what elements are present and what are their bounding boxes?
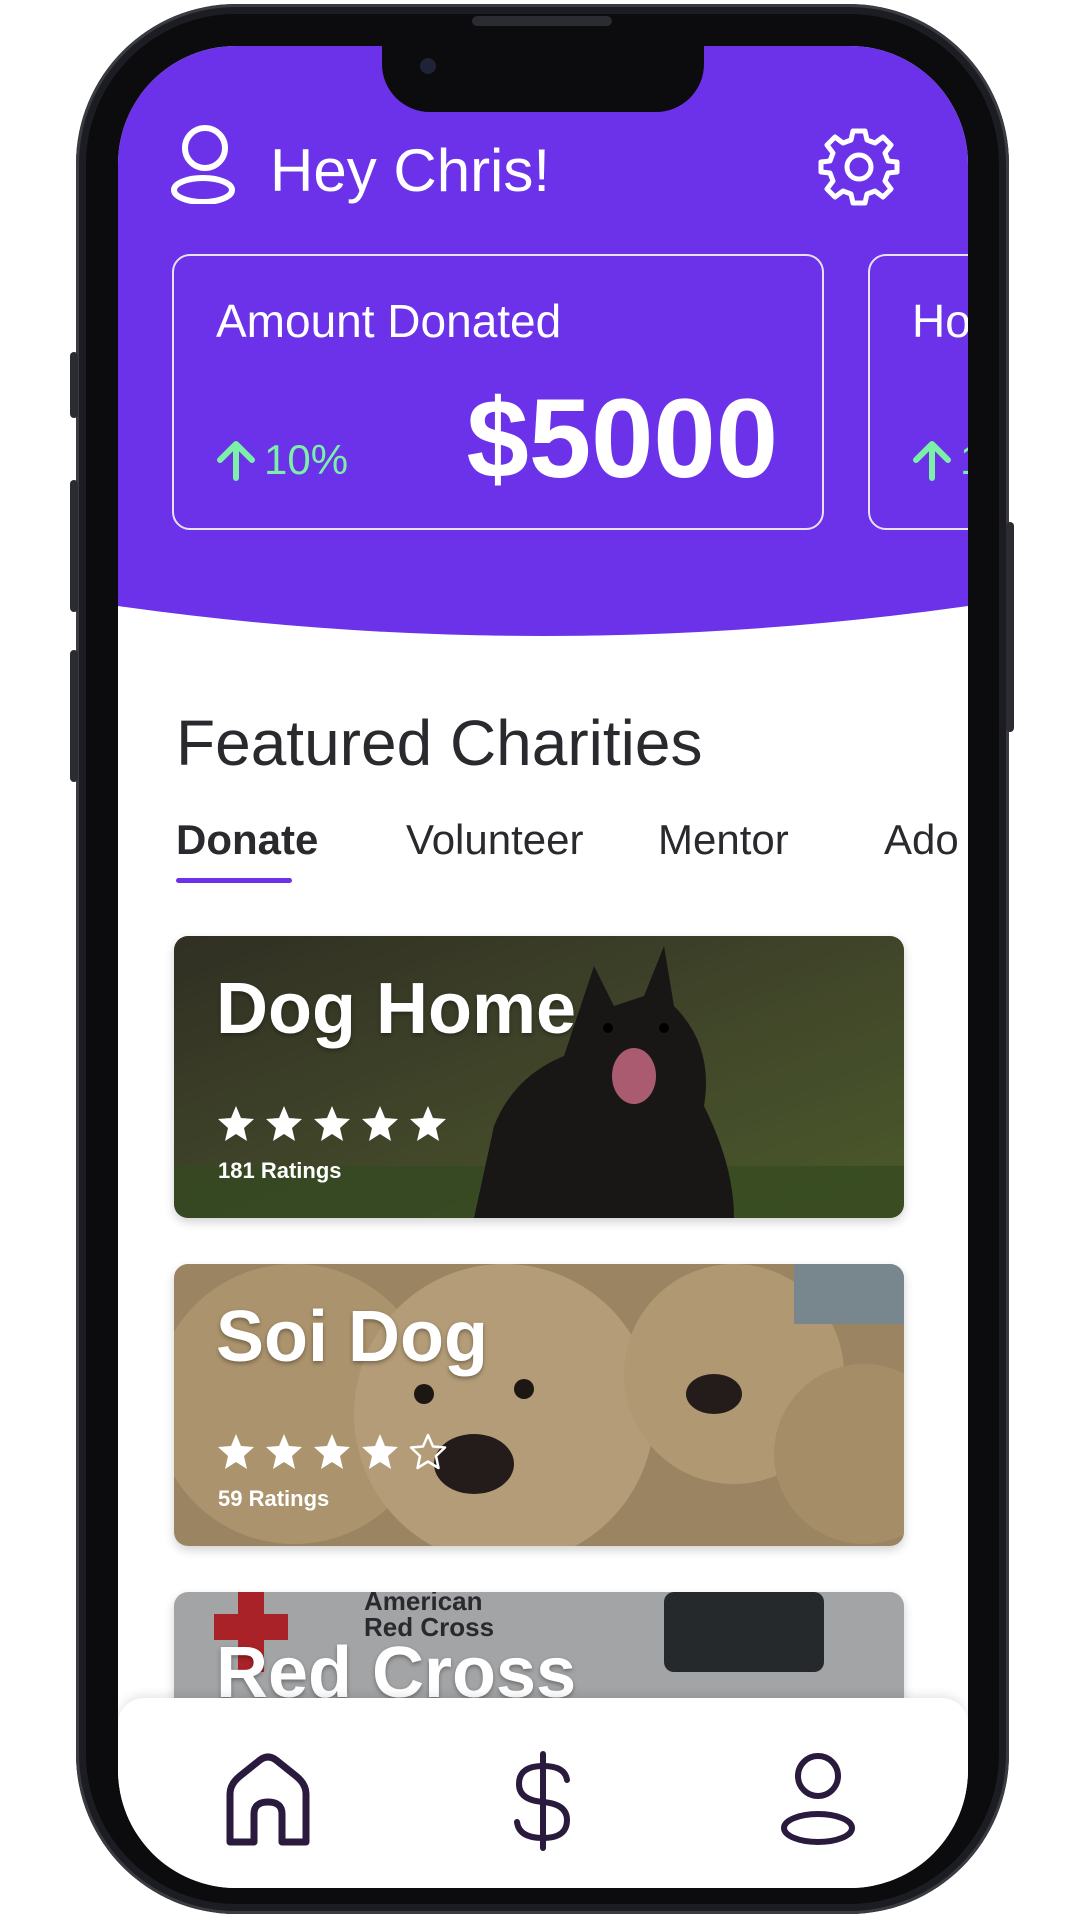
stat-change: 1 [910,436,968,484]
ratings-count: 59 Ratings [218,1486,330,1511]
stat-change: 10% [214,436,348,484]
rating-stars [216,1432,448,1472]
arrow-up-icon [217,441,255,481]
ratings-count: 181 Ratings [218,1158,342,1183]
star-filled-icon [410,1106,446,1141]
stat-label: Amount Donated [216,295,562,347]
stat-value: $5000 [466,376,778,501]
side-button-mute [70,352,78,418]
charity-tabs: Donate Volunteer Mentor Ado [176,816,968,896]
tab-mentor[interactable]: Mentor [658,816,789,864]
star-empty-icon [409,1433,447,1470]
star-filled-icon [266,1434,302,1469]
side-button-power [1006,522,1014,732]
tab-adopt[interactable]: Ado [884,816,959,864]
section-title: Featured Charities [176,707,703,779]
phone-notch [382,46,704,112]
charity-card-soi-dog[interactable]: Soi Dog 59 Ratings [174,1264,904,1546]
greeting-text: Hey Chris! [270,137,551,204]
arrow-up-icon [913,441,951,481]
side-button-volume-up [70,480,78,612]
charity-name: Soi Dog [216,1297,488,1377]
star-filled-icon [314,1434,350,1469]
front-camera [420,58,436,74]
earpiece-speaker [472,16,612,26]
tab-volunteer[interactable]: Volunteer [406,816,583,864]
stat-card-amount-donated[interactable]: Amount Donated 10% $5000 [172,254,824,530]
greeting-row: Hey Chris! [170,124,930,214]
stat-change-value: 1 [960,436,968,484]
star-filled-icon [218,1106,254,1141]
stat-change-value: 10% [264,436,349,483]
gear-icon[interactable] [818,126,900,208]
active-tab-indicator [176,878,292,883]
home-icon[interactable] [218,1746,318,1856]
star-filled-icon [362,1434,398,1469]
charity-card-dog-home[interactable]: Dog Home 181 Ratings [174,936,904,1218]
star-filled-icon [266,1106,302,1141]
side-button-volume-down [70,650,78,782]
star-filled-icon [218,1434,254,1469]
app-screen: Hey Chris! Amount Donated 10% $5000 Ho 1… [118,46,968,1888]
dollar-icon[interactable] [493,1746,593,1856]
profile-icon[interactable] [768,1746,868,1856]
tab-donate[interactable]: Donate [176,816,318,864]
charity-name: Dog Home [216,969,576,1049]
stat-label: Ho [912,295,968,347]
rating-stars [216,1104,448,1144]
stat-card-partial[interactable]: Ho 1 [868,254,968,530]
user-icon[interactable] [170,124,240,204]
bottom-nav [118,1698,968,1888]
star-filled-icon [314,1106,350,1141]
star-filled-icon [362,1106,398,1141]
